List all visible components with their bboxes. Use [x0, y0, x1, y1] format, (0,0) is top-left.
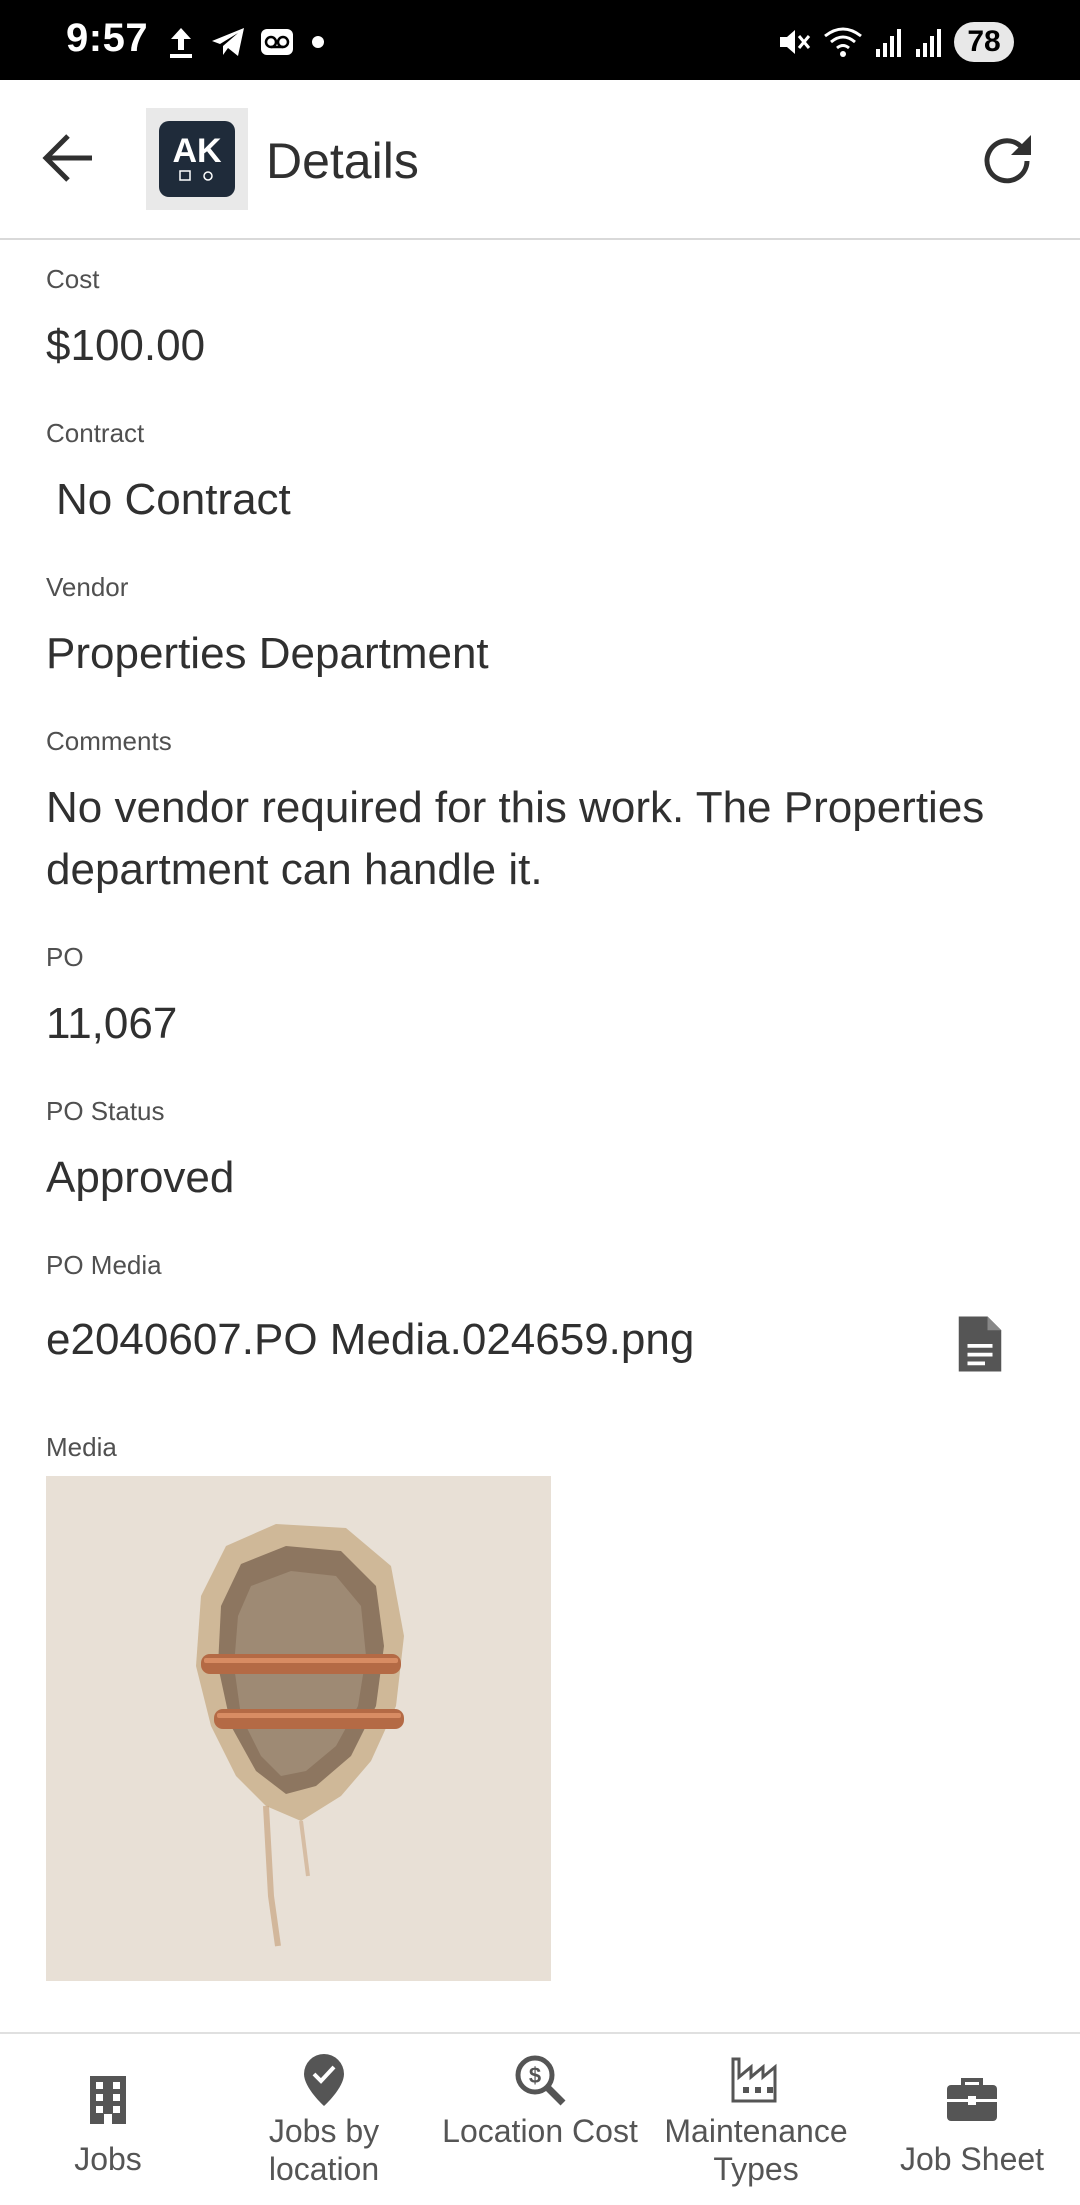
field-contract: Contract No Contract: [46, 418, 1046, 531]
wifi-icon: [824, 27, 862, 57]
app-logo: AK: [146, 108, 248, 210]
field-label: PO Media: [46, 1250, 162, 1280]
nav-label: Jobs: [74, 2141, 142, 2177]
factory-icon: [728, 2052, 784, 2108]
field-comments: Comments No vendor required for this wor…: [46, 726, 1046, 901]
nav-item-maintenance-types[interactable]: Maintenance Types: [648, 2034, 864, 2205]
svg-text:$: $: [529, 2063, 541, 2088]
field-cost: Cost $100.00: [46, 264, 1046, 377]
nav-label: Jobs by location: [268, 2113, 380, 2187]
nav-item-jobs[interactable]: Jobs: [0, 2034, 216, 2205]
field-po: PO 11,067: [46, 942, 1046, 1055]
back-button[interactable]: [36, 126, 100, 190]
app-logo-text: AK: [172, 132, 222, 170]
bottom-navigation: Jobs Jobs by location $ Location Cost Ma…: [0, 2032, 1080, 2205]
field-vendor: Vendor Properties Department: [46, 572, 1046, 685]
dollar-search-icon: $: [512, 2052, 568, 2108]
refresh-icon: [984, 135, 1031, 184]
nav-item-jobs-by-location[interactable]: Jobs by location: [216, 2034, 432, 2205]
telegram-icon: [212, 28, 244, 56]
nav-item-location-cost[interactable]: $ Location Cost: [432, 2034, 648, 2205]
po-media-file-link[interactable]: e2040607.PO Media.024659.png: [46, 1309, 1046, 1371]
cost-value: $100.00: [46, 321, 206, 370]
field-po-media: PO Media e2040607.PO Media.024659.png: [46, 1250, 1046, 1390]
media-thumbnail[interactable]: [46, 1476, 551, 1981]
field-po-status: PO Status Approved: [46, 1096, 1046, 1209]
nav-item-job-sheet[interactable]: Job Sheet: [864, 2034, 1080, 2205]
field-label: Media: [46, 1432, 117, 1462]
signal-icon: [916, 29, 941, 57]
field-label: Comments: [46, 726, 172, 756]
details-content: Cost $100.00 Contract No Contract Vendor…: [0, 242, 1080, 2032]
wall-damage-image: [46, 1476, 551, 1981]
building-icon: [80, 2072, 136, 2128]
voicemail-icon: [261, 29, 293, 55]
status-bar: 9:57 78: [0, 0, 1080, 80]
po-status-value: Approved: [46, 1153, 235, 1202]
field-label: Contract: [46, 418, 145, 448]
gear-icon: [179, 170, 213, 181]
nav-label: Maintenance Types: [664, 2113, 848, 2187]
field-label: Cost: [46, 264, 100, 294]
document-icon[interactable]: [954, 1314, 1006, 1374]
app-bar: AK Details: [0, 80, 1080, 240]
nav-label: Job Sheet: [899, 2141, 1045, 2177]
mute-icon: [780, 30, 811, 54]
location-check-icon: [296, 2052, 352, 2108]
arrow-left-icon: [42, 134, 92, 182]
comments-value: No vendor required for this work. The Pr…: [46, 783, 985, 894]
status-left-icons: [166, 22, 328, 62]
po-value: 11,067: [46, 999, 178, 1048]
upload-icon: [170, 28, 192, 58]
field-label: PO: [46, 942, 84, 972]
signal-icon: [876, 29, 901, 57]
contract-value: No Contract: [56, 475, 291, 524]
field-label: PO Status: [46, 1096, 165, 1126]
battery-indicator: 78: [954, 22, 1014, 62]
field-media: Media: [46, 1432, 1046, 1463]
vendor-value: Properties Department: [46, 629, 489, 678]
field-label: Vendor: [46, 572, 129, 602]
status-time: 9:57: [66, 16, 149, 60]
status-right-icons: 78: [776, 20, 1014, 64]
refresh-button[interactable]: [972, 126, 1042, 196]
nav-label: Location Cost: [442, 2113, 638, 2149]
page-title: Details: [266, 133, 419, 189]
briefcase-icon: [944, 2072, 1000, 2128]
dot-icon: [312, 36, 324, 48]
